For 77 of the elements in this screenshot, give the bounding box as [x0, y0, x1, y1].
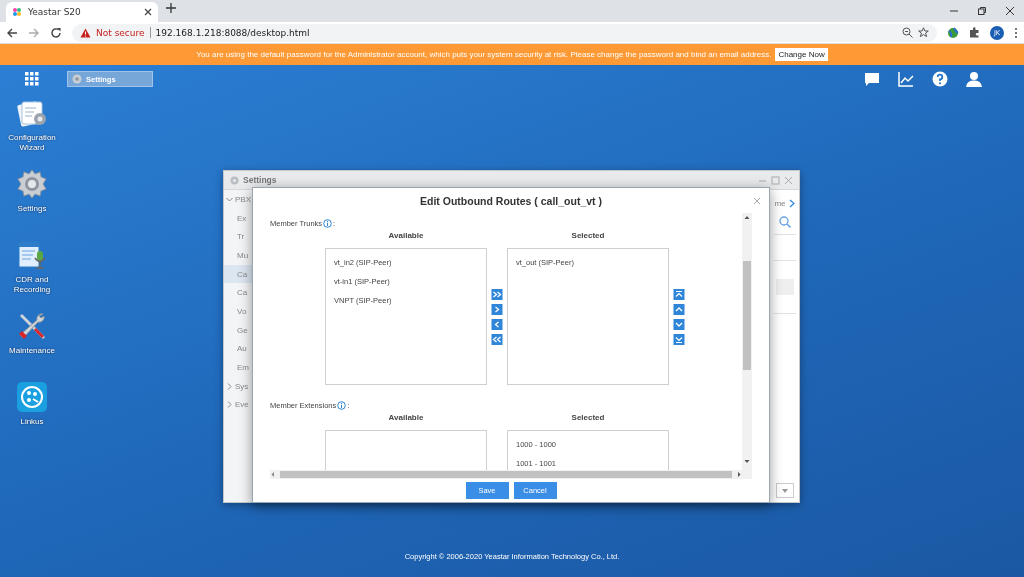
logo-icon: [12, 7, 22, 17]
dialog-title: Edit Outbound Routes ( call_out_vt ): [420, 194, 602, 207]
search-icon[interactable]: [778, 216, 791, 228]
new-tab-icon[interactable]: [166, 3, 176, 13]
nav-item[interactable]: Em: [224, 358, 253, 377]
menu-icon[interactable]: [1014, 26, 1018, 39]
desktop-icon-label[interactable]: CDR and Recording: [2, 275, 62, 295]
gear-icon: [16, 168, 48, 200]
gear-icon: [72, 74, 82, 84]
nav-item[interactable]: Vo: [224, 302, 253, 321]
page-size-dropdown[interactable]: [775, 483, 794, 498]
star-icon[interactable]: [918, 27, 929, 38]
tab-title: Yeastar S20: [28, 7, 82, 17]
nav-item[interactable]: PBX: [224, 190, 253, 209]
nav-item[interactable]: Tr: [224, 227, 253, 247]
chevron-down-icon: [226, 195, 233, 203]
double-chevron-right-icon[interactable]: [491, 288, 503, 300]
nav-item[interactable]: Sys: [224, 376, 253, 396]
back-icon[interactable]: [6, 26, 18, 39]
puzzle-icon[interactable]: [969, 27, 980, 38]
info-icon: [323, 219, 333, 228]
nav-item[interactable]: Eve: [224, 395, 253, 415]
column-heading: Selected: [570, 231, 606, 240]
nav-item[interactable]: Mu: [224, 246, 253, 265]
restore-icon[interactable]: [977, 6, 987, 16]
info-icon: [337, 401, 347, 410]
document-mic-icon: [16, 239, 48, 271]
linkus-icon: [16, 381, 48, 413]
tab-label[interactable]: me: [774, 198, 786, 208]
desktop-icon-label[interactable]: Configuration Wizard: [2, 133, 62, 153]
caret-icon: [781, 488, 788, 493]
url-text: 192.168.1.218:8088/desktop.html: [155, 27, 311, 38]
warning-icon: [80, 27, 91, 38]
horizontal-scrollbar[interactable]: [270, 470, 752, 479]
globe-icon[interactable]: [947, 26, 959, 39]
close-icon[interactable]: [144, 8, 152, 16]
desktop-icon-label[interactable]: Linkus: [2, 417, 62, 427]
reload-icon[interactable]: [50, 26, 62, 39]
desktop-icon-label[interactable]: Settings: [2, 204, 62, 214]
table-row: [775, 279, 794, 295]
browser-tab[interactable]: Yeastar S20: [6, 2, 158, 22]
chevron-left-icon[interactable]: [491, 318, 503, 330]
column-heading: Selected: [570, 413, 606, 422]
close-icon[interactable]: [1005, 6, 1015, 16]
warning-message: You are using the default password for the Administrator account, which puts your system security at risk. Please change the password and bind an email address.: [196, 50, 772, 59]
help-icon[interactable]: [932, 71, 948, 87]
nav-item[interactable]: Ge: [224, 320, 253, 340]
chevron-up-icon[interactable]: [673, 303, 685, 315]
chart-icon[interactable]: [898, 71, 914, 87]
address-bar[interactable]: Not secure 192.168.1.218:8088/desktop.html: [72, 23, 937, 42]
app-grid-icon[interactable]: [25, 72, 39, 86]
column-heading: Available: [387, 413, 425, 422]
chat-icon[interactable]: [864, 71, 880, 87]
scroll-right-icon: [736, 471, 742, 478]
chevron-down-icon[interactable]: [673, 318, 685, 330]
desktop-icon-label[interactable]: Maintenance: [2, 346, 62, 356]
nav-item[interactable]: Ex: [224, 208, 253, 228]
double-chevron-left-icon[interactable]: [491, 333, 503, 345]
nav-item[interactable]: Ca: [224, 264, 253, 284]
gear-icon: [230, 175, 239, 185]
window-title: Settings: [243, 175, 277, 185]
nav-item[interactable]: Ca: [224, 283, 253, 303]
security-label: Not secure: [96, 27, 145, 38]
move-bottom-icon[interactable]: [673, 333, 685, 345]
column-heading: Available: [387, 231, 425, 240]
chevron-right-icon: [226, 401, 233, 409]
vertical-scrollbar[interactable]: [742, 213, 752, 470]
move-top-icon[interactable]: [673, 288, 685, 300]
chevron-right-icon: [226, 382, 233, 390]
scroll-left-icon: [270, 471, 276, 478]
forward-icon[interactable]: [28, 26, 40, 39]
user-icon[interactable]: [966, 71, 982, 87]
change-now-button[interactable]: Change Now: [775, 48, 828, 61]
chevron-right-icon[interactable]: [788, 198, 795, 208]
nav-item[interactable]: Au: [224, 339, 253, 359]
chevron-right-icon[interactable]: [491, 303, 503, 315]
zoom-out-icon[interactable]: [902, 27, 913, 38]
